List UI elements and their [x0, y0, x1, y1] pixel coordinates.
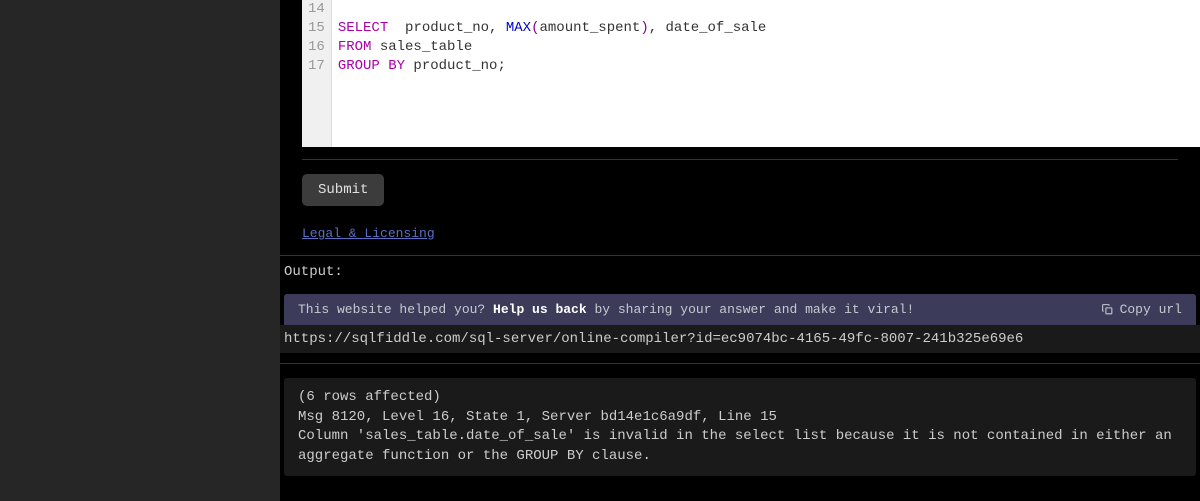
legal-licensing-link[interactable]: Legal & Licensing: [302, 226, 1178, 241]
line-number-gutter: 14151617: [302, 0, 332, 147]
result-url[interactable]: https://sqlfiddle.com/sql-server/online-…: [280, 325, 1200, 353]
sql-editor[interactable]: 14151617 SELECT product_no, MAX(amount_s…: [302, 0, 1200, 147]
line-number: 16: [308, 38, 325, 57]
code-line[interactable]: [338, 0, 1194, 19]
error-line: Msg 8120, Level 16, State 1, Server bd14…: [298, 408, 1182, 428]
error-output: (6 rows affected)Msg 8120, Level 16, Sta…: [284, 378, 1196, 476]
help-text-strong: Help us back: [493, 302, 587, 317]
line-number: 14: [308, 0, 325, 19]
copy-url-button[interactable]: Copy url: [1101, 302, 1182, 317]
code-line[interactable]: GROUP BY product_no;: [338, 57, 1194, 76]
submit-button[interactable]: Submit: [302, 174, 384, 206]
main-content: 14151617 SELECT product_no, MAX(amount_s…: [280, 0, 1200, 501]
help-text-after: by sharing your answer and make it viral…: [587, 302, 915, 317]
copy-url-label: Copy url: [1120, 302, 1182, 317]
error-line: (6 rows affected): [298, 388, 1182, 408]
help-bar: This website helped you? Help us back by…: [284, 294, 1196, 325]
divider: [280, 363, 1200, 364]
button-row: Submit: [280, 160, 1200, 206]
code-line[interactable]: SELECT product_no, MAX(amount_spent), da…: [338, 19, 1194, 38]
code-area[interactable]: SELECT product_no, MAX(amount_spent), da…: [332, 0, 1200, 147]
sidebar: [0, 0, 280, 501]
output-label: Output:: [280, 256, 1200, 288]
help-text-before: This website helped you?: [298, 302, 493, 317]
line-number: 15: [308, 19, 325, 38]
help-bar-text: This website helped you? Help us back by…: [298, 302, 1101, 317]
error-line: Column 'sales_table.date_of_sale' is inv…: [298, 427, 1182, 466]
clipboard-icon: [1101, 303, 1114, 316]
line-number: 17: [308, 57, 325, 76]
code-line[interactable]: FROM sales_table: [338, 38, 1194, 57]
